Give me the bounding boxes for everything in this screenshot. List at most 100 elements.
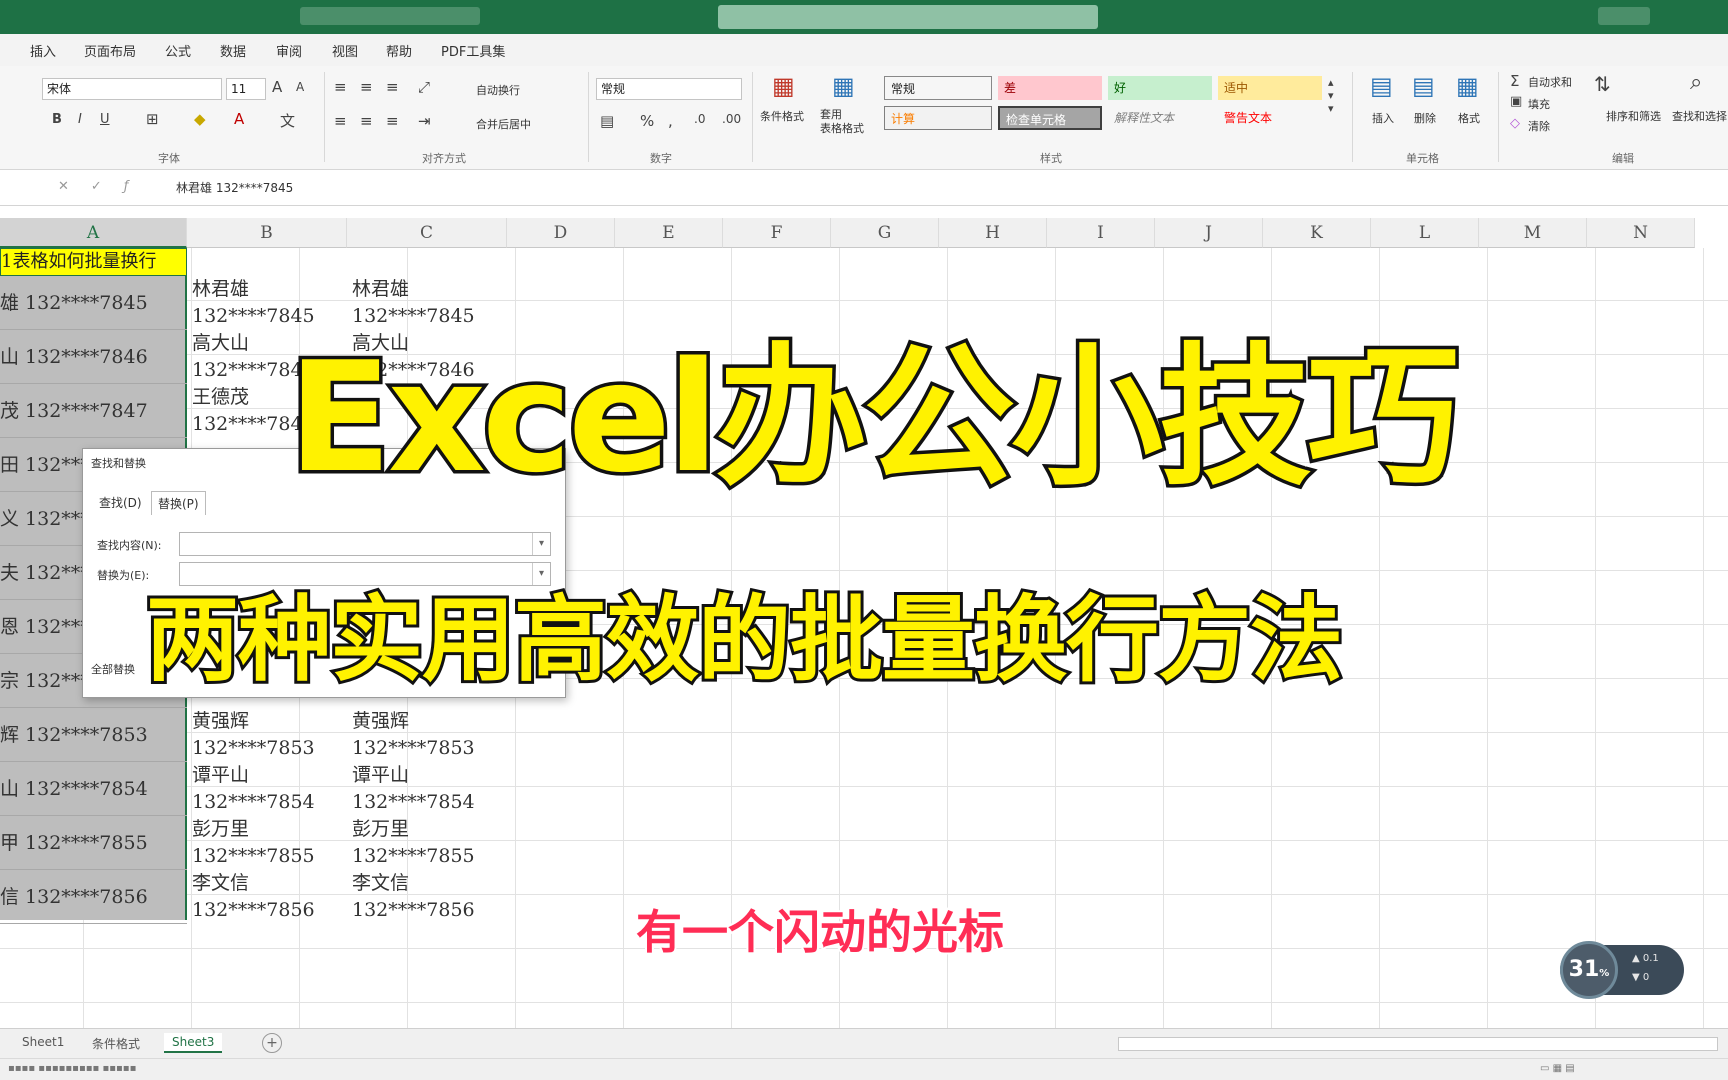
align-top-icon[interactable]: ≡ (334, 78, 347, 96)
sheet-tab-sheet1[interactable]: Sheet1 (14, 1033, 72, 1051)
insert-cells-icon[interactable]: ▤ (1370, 72, 1393, 100)
chevron-down-icon[interactable]: ▾ (532, 533, 550, 555)
column-header-f[interactable]: F (723, 218, 831, 248)
font-name-select[interactable]: 宋体 (42, 78, 222, 100)
align-bottom-icon[interactable]: ≡ (386, 78, 399, 96)
cell-b11[interactable]: 谭平山 132****7854 (192, 762, 315, 816)
indent-icon[interactable]: ⇥ (418, 112, 431, 130)
increase-decimal-icon[interactable]: .0 (694, 112, 705, 126)
currency-icon[interactable]: ▤ (600, 112, 614, 130)
column-header-h[interactable]: H (939, 218, 1047, 248)
autosum-button[interactable]: 自动求和 (1528, 74, 1572, 90)
column-header-e[interactable]: E (615, 218, 723, 248)
styles-scroll-icon[interactable]: ▴ ▾ ▾ (1328, 76, 1334, 115)
comma-icon[interactable]: , (668, 112, 673, 130)
align-center-icon[interactable]: ≡ (360, 112, 373, 130)
tab-review[interactable]: 审阅 (276, 41, 302, 60)
style-explanatory[interactable]: 解释性文本 (1108, 106, 1212, 130)
shrink-font-icon[interactable]: A (296, 80, 304, 94)
column-header-i[interactable]: I (1047, 218, 1155, 248)
format-cells-button[interactable]: 格式 (1458, 110, 1480, 126)
clear-button[interactable]: 清除 (1528, 118, 1550, 134)
sort-filter-button[interactable]: 排序和筛选 (1606, 108, 1661, 124)
tab-pdf-tools[interactable]: PDF工具集 (441, 41, 505, 60)
replace-all-button[interactable]: 全部替换 (91, 661, 135, 677)
column-header-b[interactable]: B (187, 218, 347, 248)
align-left-icon[interactable]: ≡ (334, 112, 347, 130)
cell-c13[interactable]: 李文信 132****7856 (352, 870, 475, 924)
sheet-tab-conditional-format[interactable]: 条件格式 (84, 1033, 148, 1054)
autosum-icon[interactable]: Σ (1510, 72, 1519, 90)
column-header-j[interactable]: J (1155, 218, 1263, 248)
find-what-input[interactable]: ▾ (179, 532, 551, 556)
italic-icon[interactable]: I (78, 112, 82, 127)
chevron-down-icon[interactable]: ▾ (532, 563, 550, 585)
search-box[interactable] (718, 5, 1098, 29)
column-header-l[interactable]: L (1371, 218, 1479, 248)
account-button[interactable] (1598, 7, 1650, 25)
conditional-format-button[interactable]: 条件格式 (760, 108, 804, 124)
cell-a3[interactable]: 山 132****7846 (0, 330, 187, 384)
find-select-button[interactable]: 查找和选择 (1672, 108, 1727, 124)
formula-bar-icons[interactable]: ✕✓ƒ (58, 179, 150, 194)
cell-b10[interactable]: 黄强辉 132****7853 (192, 708, 315, 762)
percent-icon[interactable]: % (640, 112, 654, 130)
network-speed-widget[interactable]: 31% ▲ 0.1 ▼ 0 (1560, 941, 1684, 999)
formula-input[interactable]: 林君雄 132****7845 (176, 179, 293, 196)
align-right-icon[interactable]: ≡ (386, 112, 399, 130)
wrap-text-button[interactable]: 自动换行 (476, 82, 520, 98)
cell-a13[interactable]: 信 132****7856 (0, 870, 187, 924)
cell-a2[interactable]: 雄 132****7845 (0, 276, 187, 330)
column-header-n[interactable]: N (1587, 218, 1695, 248)
fill-icon[interactable]: ▣ (1510, 94, 1522, 109)
fill-button[interactable]: 填充 (1528, 96, 1550, 112)
style-check-cell[interactable]: 检查单元格 (998, 106, 1102, 130)
horizontal-scrollbar[interactable] (1118, 1037, 1718, 1051)
delete-cells-button[interactable]: 删除 (1414, 110, 1436, 126)
tab-replace[interactable]: 替换(P) (151, 491, 206, 515)
style-neutral[interactable]: 适中 (1218, 76, 1322, 100)
column-header-k[interactable]: K (1263, 218, 1371, 248)
underline-icon[interactable]: U (100, 112, 110, 127)
cell-b2[interactable]: 林君雄 132****7845 (192, 276, 315, 330)
font-color-icon[interactable]: A (234, 110, 244, 128)
orientation-icon[interactable]: ⤢ (418, 78, 430, 96)
sort-filter-icon[interactable]: ⇅ (1594, 72, 1611, 96)
cell-c10[interactable]: 黄强辉 132****7853 (352, 708, 475, 762)
tab-page-layout[interactable]: 页面布局 (84, 41, 136, 60)
column-header-d[interactable]: D (507, 218, 615, 248)
column-header-a[interactable]: A (0, 218, 187, 248)
column-header-c[interactable]: C (347, 218, 507, 248)
delete-cells-icon[interactable]: ▤ (1412, 72, 1435, 100)
style-warning[interactable]: 警告文本 (1218, 106, 1322, 130)
cell-c2[interactable]: 林君雄 132****7845 (352, 276, 475, 330)
style-bad[interactable]: 差 (998, 76, 1102, 100)
cell-a12[interactable]: 甲 132****7855 (0, 816, 187, 870)
tab-find[interactable]: 查找(D) (93, 491, 148, 514)
decrease-decimal-icon[interactable]: .00 (722, 112, 741, 126)
bold-icon[interactable]: B (52, 112, 62, 127)
fill-color-icon[interactable]: ◆ (194, 110, 206, 128)
cell-c11[interactable]: 谭平山 132****7854 (352, 762, 475, 816)
add-sheet-icon[interactable]: + (262, 1033, 282, 1053)
column-header-g[interactable]: G (831, 218, 939, 248)
column-header-m[interactable]: M (1479, 218, 1587, 248)
style-good[interactable]: 好 (1108, 76, 1212, 100)
conditional-format-icon[interactable]: ▦ (772, 72, 795, 100)
cell-a4[interactable]: 茂 132****7847 (0, 384, 187, 438)
align-middle-icon[interactable]: ≡ (360, 78, 373, 96)
view-buttons[interactable]: ▭ ▦ ▤ (1540, 1063, 1575, 1074)
font-size-select[interactable]: 11 (226, 78, 266, 100)
cell-a11[interactable]: 山 132****7854 (0, 762, 187, 816)
clear-icon[interactable]: ◇ (1510, 116, 1520, 131)
tab-formulas[interactable]: 公式 (165, 41, 191, 60)
cell-b12[interactable]: 彭万里 132****7855 (192, 816, 315, 870)
table-format-icon[interactable]: ▦ (832, 72, 855, 100)
cell-b13[interactable]: 李文信 132****7856 (192, 870, 315, 924)
phonetic-icon[interactable]: 文 (280, 110, 295, 131)
cell-c12[interactable]: 彭万里 132****7855 (352, 816, 475, 870)
tab-view[interactable]: 视图 (332, 41, 358, 60)
cell-a1[interactable]: 1表格如何批量换行 (0, 248, 187, 276)
style-calculation[interactable]: 计算 (884, 106, 992, 130)
find-select-icon[interactable]: ⌕ (1690, 70, 1702, 95)
